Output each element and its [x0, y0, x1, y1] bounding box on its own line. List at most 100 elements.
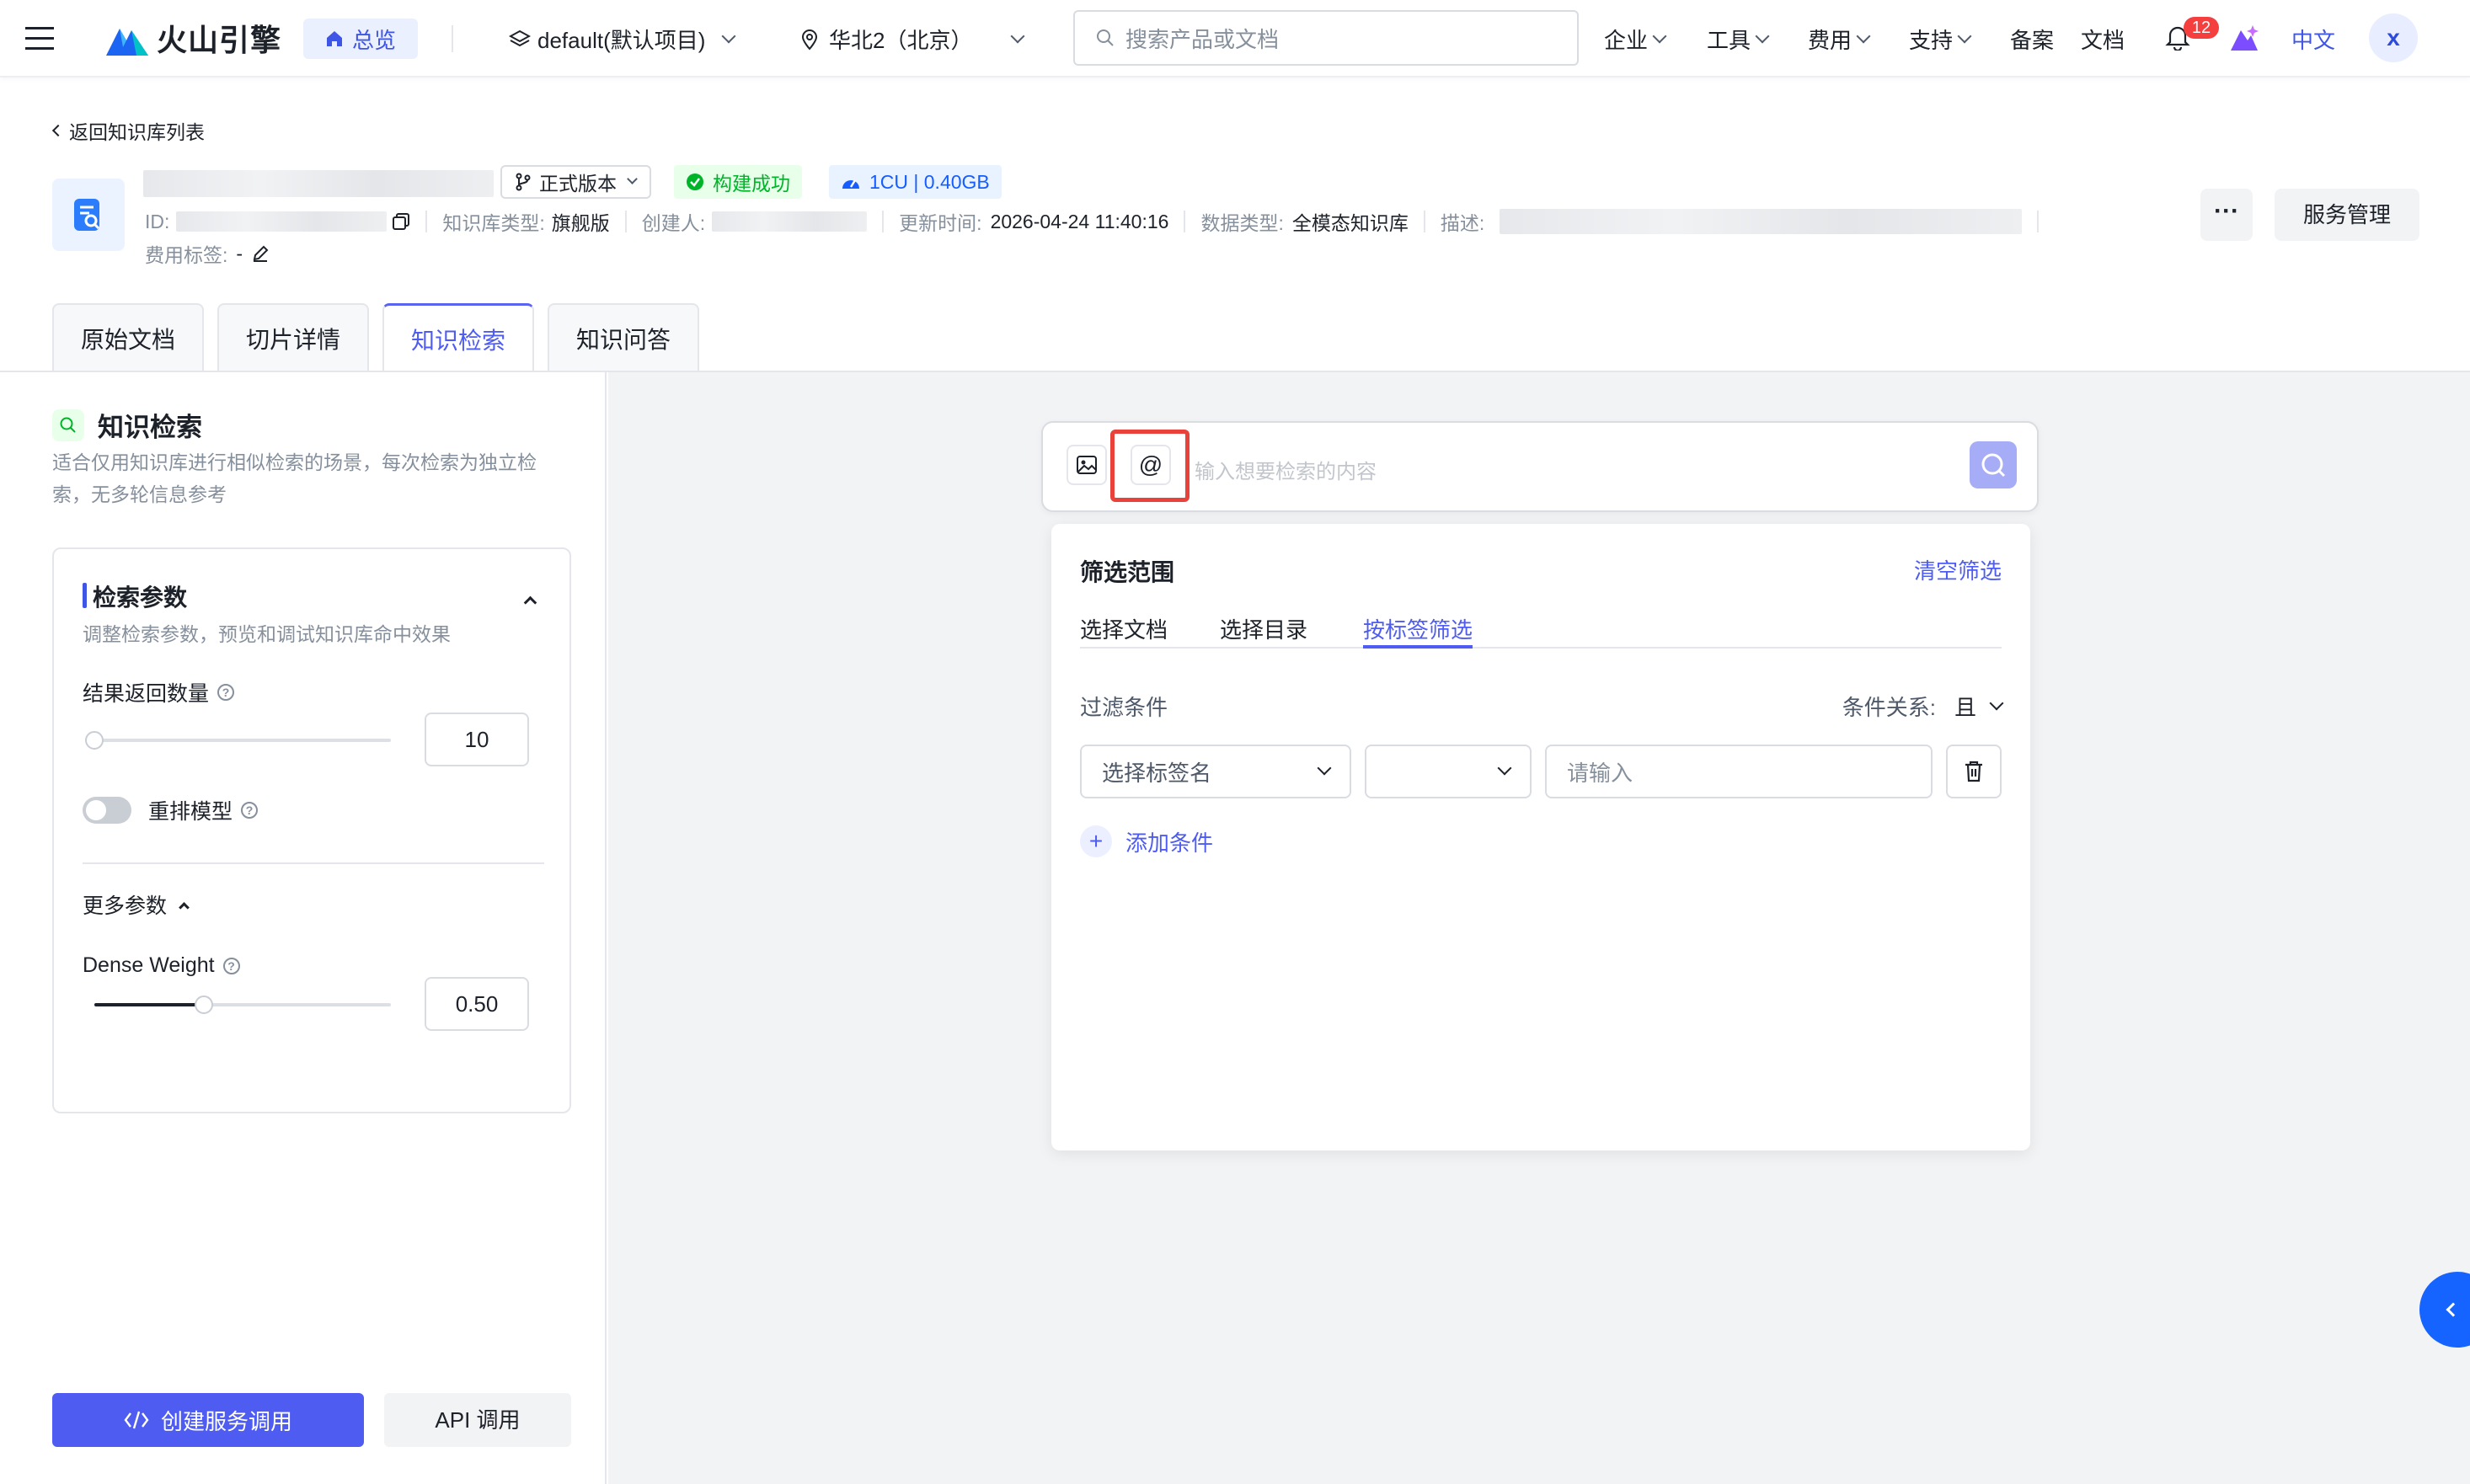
chevron-down-icon: [1317, 761, 1332, 776]
nav-menu-billing[interactable]: 费用: [1808, 24, 1871, 55]
slider-thumb[interactable]: [85, 731, 104, 750]
chevron-left-icon: [2446, 1302, 2461, 1317]
region-selector[interactable]: 华北2（北京）: [800, 24, 1025, 55]
search-workspace: @ 输入想要检索的内容 筛选范围 清空筛选 选择文档 选择目录 按标签筛选 过滤…: [608, 372, 2470, 1484]
chevron-down-icon: [1652, 29, 1667, 43]
ai-assistant-icon[interactable]: [2229, 24, 2259, 52]
help-icon[interactable]: ?: [222, 957, 240, 974]
image-upload-button[interactable]: [1067, 445, 1107, 485]
service-management-button[interactable]: 服务管理: [2275, 189, 2419, 241]
add-condition-button[interactable]: + 添加条件: [1080, 825, 1213, 857]
fee-tag-row: 费用标签: -: [145, 241, 270, 266]
slider-track: [94, 739, 391, 742]
nav-link-filing[interactable]: 备案: [2010, 24, 2054, 55]
chevron-down-icon: [721, 29, 736, 43]
dense-weight-input[interactable]: 0.50: [425, 977, 529, 1031]
slider-fill: [94, 1003, 205, 1006]
nav-menu-enterprise[interactable]: 企业: [1604, 24, 1667, 55]
tab-original-docs[interactable]: 原始文档: [52, 303, 204, 372]
chevron-down-icon: [1755, 29, 1770, 43]
copy-icon[interactable]: [392, 212, 410, 231]
api-call-button[interactable]: API 调用: [384, 1393, 571, 1447]
tab-chunk-details[interactable]: 切片详情: [217, 303, 369, 372]
creator-redacted: [712, 211, 868, 232]
brand-logo[interactable]: 火山引擎: [106, 17, 281, 59]
filter-title: 筛选范围: [1080, 559, 1175, 585]
version-selector[interactable]: 正式版本: [500, 165, 651, 199]
query-box: @ 输入想要检索的内容: [1041, 421, 2039, 512]
kb-id-redacted: [176, 211, 388, 232]
build-status-badge: 构建成功: [674, 165, 802, 199]
volcano-logo-icon: [106, 29, 148, 56]
collapse-chevron-icon[interactable]: [523, 595, 537, 610]
plus-icon: +: [1080, 825, 1112, 857]
chevron-down-icon: [627, 173, 638, 184]
rerank-toggle[interactable]: [83, 797, 131, 824]
panel-description: 适合仅用知识库进行相似检索的场景，每次检索为独立检索，无多轮信息参考: [52, 451, 537, 505]
clear-filter-link[interactable]: 清空筛选: [1914, 554, 2002, 585]
notification-badge: 12: [2184, 17, 2219, 39]
layers-icon: [509, 29, 531, 46]
query-input[interactable]: 输入想要检索的内容: [1195, 455, 1953, 484]
hamburger-menu-icon[interactable]: [25, 25, 54, 51]
relation-selector[interactable]: 条件关系: 且: [1842, 691, 2004, 722]
top-nav: 火山引擎 总览 default(默认项目) 华北2（北京） 搜索产品或文档 企业…: [0, 0, 2470, 77]
image-icon: [1077, 456, 1097, 474]
home-icon: [327, 31, 342, 46]
nav-menu-support[interactable]: 支持: [1909, 24, 1972, 55]
tab-knowledge-qa[interactable]: 知识问答: [548, 303, 699, 372]
more-actions-button[interactable]: ···: [2200, 189, 2253, 241]
tag-name-select[interactable]: 选择标签名: [1080, 745, 1351, 798]
chevron-down-icon: [1957, 29, 1972, 43]
kb-name-redacted: [143, 170, 494, 197]
branch-icon: [516, 173, 531, 191]
search-params-panel: 知识检索 适合仅用知识库进行相似检索的场景，每次检索为独立检索，无多轮信息参考 …: [0, 372, 607, 1484]
more-params-toggle[interactable]: 更多参数: [83, 889, 190, 920]
document-search-icon: [74, 199, 100, 231]
nav-menu-tools[interactable]: 工具: [1707, 24, 1770, 55]
language-switch[interactable]: 中文: [2291, 24, 2335, 55]
create-service-button[interactable]: 创建服务调用: [52, 1393, 364, 1447]
global-search-input[interactable]: 搜索产品或文档: [1073, 10, 1579, 66]
mention-button[interactable]: @: [1131, 445, 1171, 485]
help-icon[interactable]: ?: [217, 684, 235, 701]
chevron-up-icon: [179, 901, 190, 913]
nav-link-docs[interactable]: 文档: [2081, 24, 2125, 55]
overview-button[interactable]: 总览: [303, 19, 419, 59]
filter-tab-tags[interactable]: 按标签筛选: [1363, 613, 1473, 644]
side-expand-button[interactable]: [2419, 1272, 2470, 1348]
result-count-slider[interactable]: [85, 731, 391, 750]
kb-meta-row: ID: 知识库类型: 旗舰版 创建人: 更新时间: 2026-04-24 11:…: [145, 209, 2054, 234]
search-icon: [52, 408, 84, 441]
search-icon: [1097, 29, 1114, 46]
help-icon[interactable]: ?: [241, 802, 259, 819]
resource-badge: 1CU | 0.40GB: [829, 165, 1002, 199]
result-count-label: 结果返回数量: [83, 682, 210, 706]
tab-knowledge-search[interactable]: 知识检索: [382, 303, 534, 372]
chevron-down-icon: [1497, 761, 1512, 776]
dense-weight-label: Dense Weight: [83, 953, 215, 977]
edit-pencil-icon[interactable]: [251, 244, 270, 263]
operator-select[interactable]: [1365, 745, 1532, 798]
project-selector[interactable]: default(默认项目): [509, 24, 736, 55]
result-count-input[interactable]: 10: [425, 713, 529, 766]
tag-value-input[interactable]: 请输入: [1545, 745, 1933, 798]
delete-condition-button[interactable]: [1946, 745, 2002, 798]
chevron-down-icon: [1010, 29, 1025, 43]
filter-tab-directory[interactable]: 选择目录: [1220, 613, 1307, 644]
dense-weight-slider[interactable]: [94, 996, 391, 1014]
kb-icon: [52, 179, 125, 251]
slider-thumb[interactable]: [195, 996, 214, 1014]
back-link[interactable]: 返回知识库列表: [51, 116, 205, 145]
trash-icon: [1965, 761, 1982, 782]
search-submit-button[interactable]: [1970, 441, 2017, 488]
section-title: 检索参数: [93, 585, 188, 611]
check-circle-icon: [687, 173, 703, 190]
description-redacted: [1500, 209, 2023, 234]
user-avatar[interactable]: x: [2369, 13, 2418, 62]
code-icon: [124, 1411, 149, 1429]
filter-tab-documents[interactable]: 选择文档: [1080, 613, 1168, 644]
filter-panel: 筛选范围 清空筛选 选择文档 选择目录 按标签筛选 过滤条件 条件关系: 且 选…: [1051, 524, 2030, 1150]
section-description: 调整检索参数，预览和调试知识库命中效果: [83, 623, 451, 645]
params-card: 检索参数 调整检索参数，预览和调试知识库命中效果 结果返回数量 ? 10 重排模…: [52, 547, 571, 1113]
